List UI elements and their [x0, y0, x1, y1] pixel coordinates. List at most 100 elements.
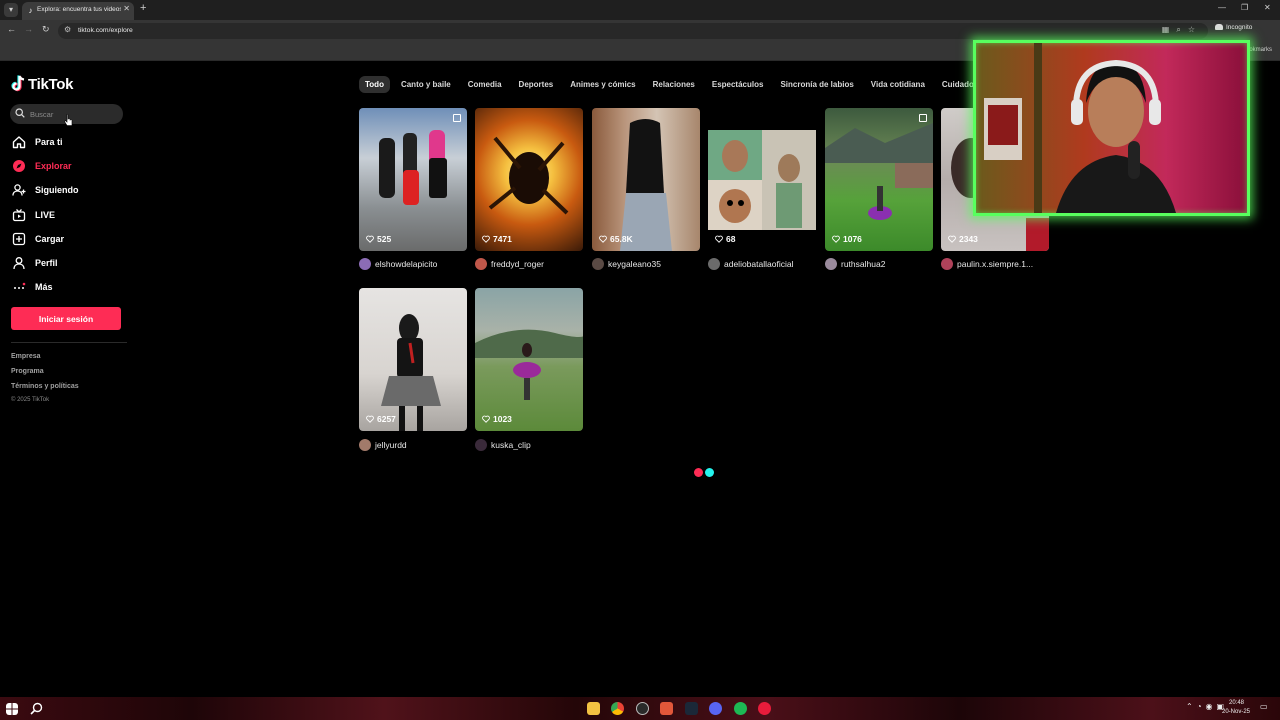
chip-sincronia-de-labios[interactable]: Sincronía de labios [774, 76, 859, 93]
upload-icon [11, 231, 27, 247]
heart-icon [832, 235, 840, 243]
like-count: 68 [715, 234, 735, 244]
tab-search-button[interactable]: ▾ [4, 3, 18, 17]
compass-icon [11, 158, 27, 174]
avatar [475, 439, 487, 451]
video-card[interactable]: 68 [708, 108, 816, 251]
like-count: 1023 [482, 414, 512, 424]
close-window-button[interactable]: ✕ [1264, 3, 1271, 12]
chip-vida-cotidiana[interactable]: Vida cotidiana [865, 76, 931, 93]
nav-label: Perfil [35, 258, 58, 268]
chip-todo[interactable]: Todo [359, 75, 390, 93]
incognito-indicator[interactable]: Incognito [1215, 24, 1252, 31]
obs-icon[interactable] [636, 702, 649, 715]
webcam-feed [984, 43, 1176, 213]
loading-dot [705, 468, 714, 477]
heart-icon [715, 235, 723, 243]
footer-link-programa[interactable]: Programa [11, 368, 44, 375]
author-name: freddyd_roger [491, 259, 544, 269]
video-card[interactable]: 525 [359, 108, 467, 251]
copyright-text: © 2025 TikTok [11, 397, 50, 403]
chip-comedia[interactable]: Comedia [462, 76, 508, 93]
nav-label: Para ti [35, 137, 63, 147]
like-count-value: 6257 [377, 414, 396, 424]
video-thumbnail [488, 136, 569, 215]
nav-perfil[interactable]: Perfil [11, 254, 121, 272]
like-count-value: 2343 [959, 234, 978, 244]
video-card[interactable]: 65.8K [592, 108, 700, 251]
address-url: tiktok.com/explore [78, 27, 133, 34]
discord-icon[interactable] [709, 702, 722, 715]
video-card[interactable]: 7471 [475, 108, 583, 251]
like-count: 525 [366, 234, 391, 244]
chrome-icon[interactable] [611, 702, 624, 715]
like-count-value: 525 [377, 234, 392, 244]
video-author[interactable]: ruthsalhua2 [825, 258, 885, 270]
forward-button[interactable]: → [24, 24, 33, 34]
like-count: 65.8K [599, 234, 633, 244]
avatar [825, 258, 837, 270]
video-author[interactable]: jellyurdd [359, 439, 407, 451]
spotify-icon[interactable] [734, 702, 747, 715]
home-icon [11, 134, 27, 150]
clock-date[interactable]: 20-Nov-25 [1222, 709, 1250, 715]
video-author[interactable]: freddyd_roger [475, 258, 544, 270]
steam-icon[interactable] [685, 702, 698, 715]
pinned-icon [453, 114, 461, 122]
nav-para-ti[interactable]: Para ti [11, 133, 121, 151]
notifications-icon[interactable]: ▭ [1260, 702, 1268, 711]
avatar [592, 258, 604, 270]
video-author[interactable]: elshowdelapicito [359, 258, 437, 270]
app-icon[interactable] [660, 702, 673, 715]
chip-animes-y-comics[interactable]: Animes y cómics [564, 76, 641, 93]
back-button[interactable]: ← [7, 24, 16, 34]
like-count-value: 65.8K [610, 234, 633, 244]
login-button[interactable]: Iniciar sesión [11, 307, 121, 330]
chip-relaciones[interactable]: Relaciones [647, 76, 701, 93]
address-bar[interactable]: ⚙ tiktok.com/explore ▦⌕☆ [58, 23, 1208, 39]
new-tab-button[interactable]: + [140, 2, 146, 14]
like-count-value: 7471 [493, 234, 512, 244]
nav-live[interactable]: LIVE [11, 206, 121, 224]
user-plus-icon [11, 182, 27, 198]
footer-link-terminos[interactable]: Términos y políticas [11, 383, 79, 390]
video-card[interactable]: 1023 [475, 288, 583, 431]
nav-label: Explorar [35, 161, 72, 171]
heart-icon [366, 415, 374, 423]
address-bar-actions[interactable]: ▦⌕☆ [1162, 25, 1202, 35]
footer-link-empresa[interactable]: Empresa [11, 353, 41, 360]
file-explorer-icon[interactable] [587, 702, 600, 715]
browser-tab-active[interactable]: ♪ Explora: encuentra tus videos fa ✕ [22, 2, 134, 20]
restore-window-button[interactable]: ❐ [1241, 3, 1248, 12]
chip-espectaculos[interactable]: Espectáculos [706, 76, 770, 93]
video-author[interactable]: keygaleano35 [592, 258, 661, 270]
nav-explorar[interactable]: Explorar [11, 157, 121, 175]
nav-siguiendo[interactable]: Siguiendo [11, 181, 121, 199]
video-card[interactable]: 1076 [825, 108, 933, 251]
video-author[interactable]: paulin.x.siempre.1... [941, 258, 1033, 270]
site-info-icon[interactable]: ⚙ [64, 25, 71, 34]
tiktok-favicon-icon: ♪ [28, 6, 33, 15]
nav-cargar[interactable]: Cargar [11, 230, 121, 248]
video-thumbnail [379, 130, 447, 205]
tiktok-logo[interactable]: TikTok [11, 74, 73, 94]
chip-deportes[interactable]: Deportes [513, 76, 560, 93]
reload-button[interactable]: ↻ [42, 24, 50, 35]
video-author[interactable]: adeliobatallaoficial [708, 258, 793, 270]
taskbar-search-icon[interactable] [30, 702, 43, 715]
nav-mas[interactable]: Más [11, 278, 121, 296]
logo-text: TikTok [28, 75, 74, 93]
heart-icon [482, 235, 490, 243]
clock-time[interactable]: 20:48 [1229, 700, 1244, 706]
incognito-label: Incognito [1226, 24, 1253, 31]
tab-close-icon[interactable]: ✕ [123, 4, 130, 13]
like-count: 7471 [482, 234, 512, 244]
video-card[interactable]: 6257 [359, 288, 467, 431]
app-red-icon[interactable] [758, 702, 771, 715]
video-author[interactable]: kuska_clip [475, 439, 531, 451]
chip-canto-y-baile[interactable]: Canto y baile [395, 76, 457, 93]
loading-dot [694, 468, 703, 477]
video-thumbnail [708, 130, 816, 230]
windows-start-icon[interactable] [6, 703, 18, 715]
minimize-window-button[interactable]: — [1218, 3, 1226, 12]
